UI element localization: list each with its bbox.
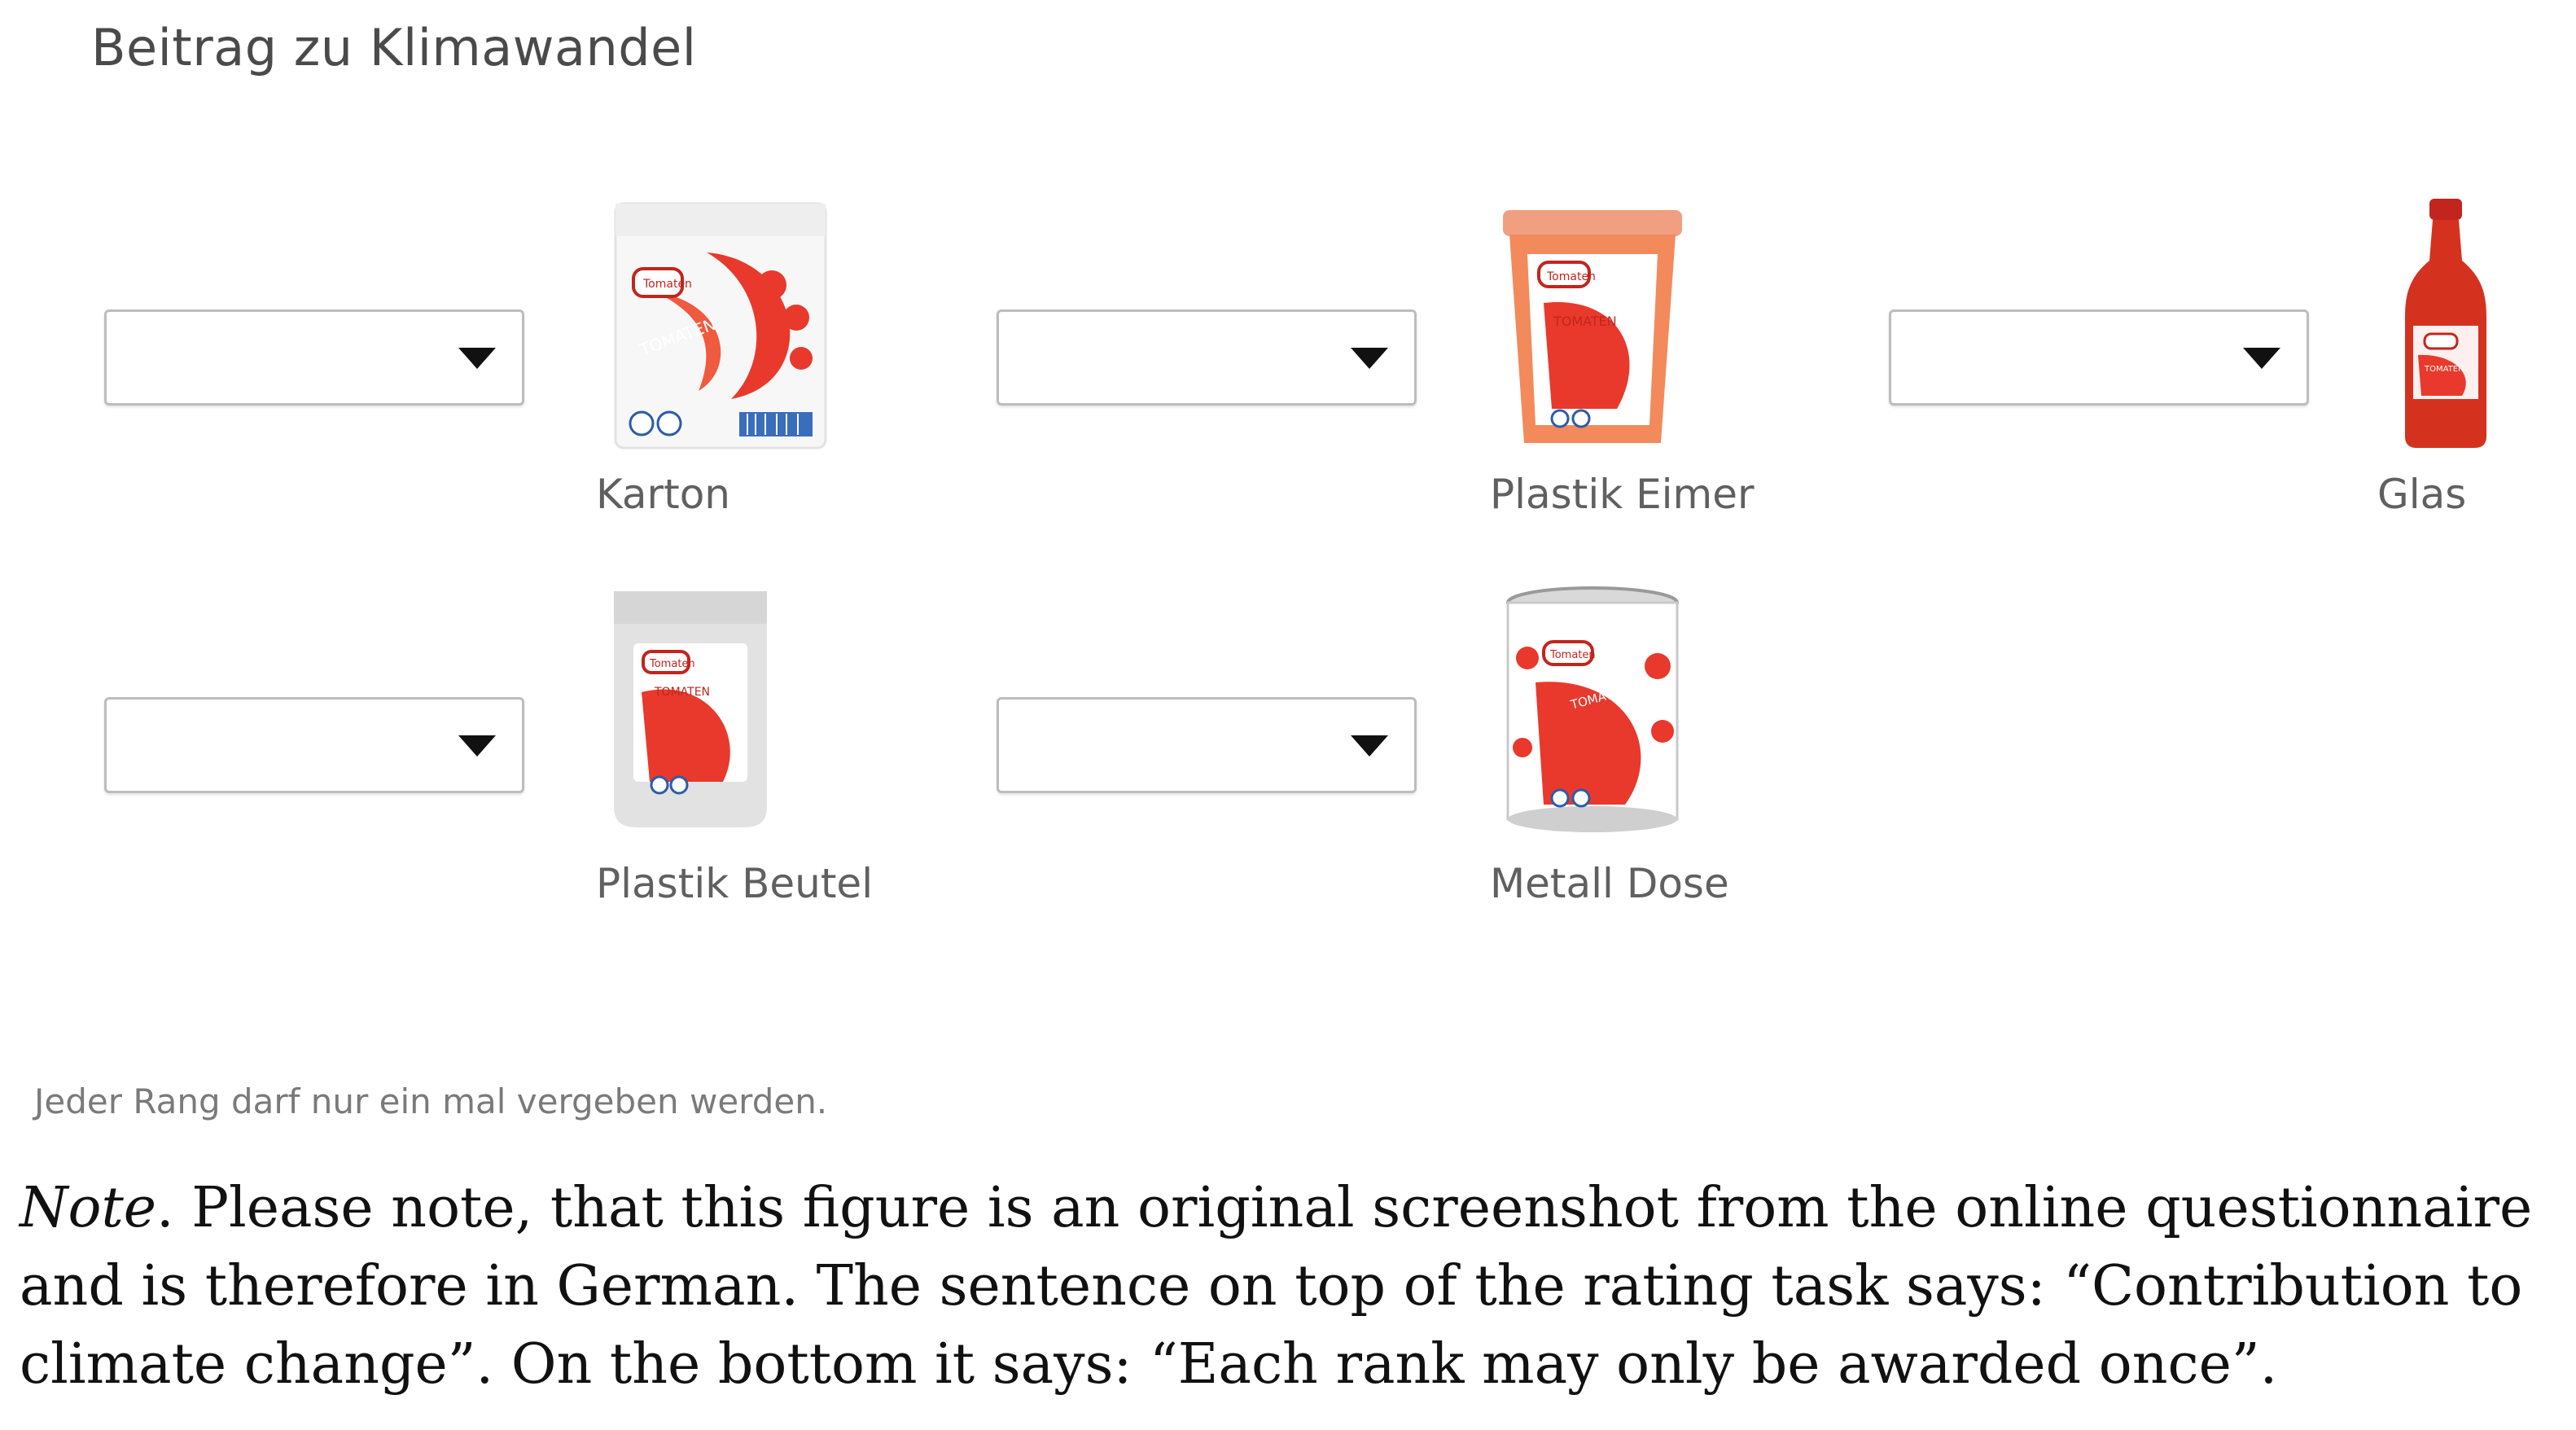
tomato-plastic-bag-icon: Tomaten TOMATEN (609, 586, 772, 831)
svg-text:Tomaten: Tomaten (642, 278, 692, 291)
rank-select-glas[interactable] (1889, 309, 2309, 406)
svg-text:TOMATEN: TOMATEN (2424, 365, 2464, 374)
product-label-plastik-eimer: Plastik Eimer (1490, 471, 1755, 518)
product-label-karton: Karton (596, 471, 730, 518)
tomato-glass-bottle-icon: TOMATEN (2397, 195, 2495, 450)
rank-select-plastik-beutel[interactable] (104, 697, 524, 793)
note-text: . Please note, that this figure is an or… (20, 1176, 2533, 1397)
chevron-down-icon[interactable] (458, 735, 496, 757)
svg-text:TOMATEN: TOMATEN (654, 686, 710, 699)
tomato-plastic-bucket-icon: Tomaten TOMATEN (1495, 205, 1690, 450)
tomato-carton-icon: Tomaten TOMATEN (609, 195, 840, 456)
chevron-down-icon[interactable] (1351, 735, 1388, 757)
figure-note: Note. Please note, that this figure is a… (20, 1169, 2560, 1404)
svg-text:Tomaten: Tomaten (1546, 270, 1596, 283)
chevron-down-icon[interactable] (458, 348, 496, 369)
task-title: Beitrag zu Klimawandel (91, 18, 697, 77)
tomato-metal-can-icon: Tomaten TOMATEN (1503, 585, 1682, 837)
rank-select-karton[interactable] (104, 309, 524, 406)
rank-select-metall-dose[interactable] (997, 697, 1417, 793)
rank-select-plastik-eimer[interactable] (997, 309, 1417, 406)
svg-text:Tomaten: Tomaten (1549, 649, 1596, 661)
product-label-glas: Glas (2377, 471, 2467, 518)
svg-text:Tomaten: Tomaten (649, 658, 695, 670)
product-label-metall-dose: Metall Dose (1490, 860, 1729, 907)
note-lead: Note (20, 1176, 157, 1240)
svg-text:TOMATEN: TOMATEN (1553, 314, 1617, 329)
product-label-plastik-beutel: Plastik Beutel (596, 860, 874, 907)
chevron-down-icon[interactable] (2243, 348, 2280, 369)
chevron-down-icon[interactable] (1351, 348, 1388, 369)
rank-hint: Jeder Rang darf nur ein mal vergeben wer… (34, 1081, 828, 1121)
